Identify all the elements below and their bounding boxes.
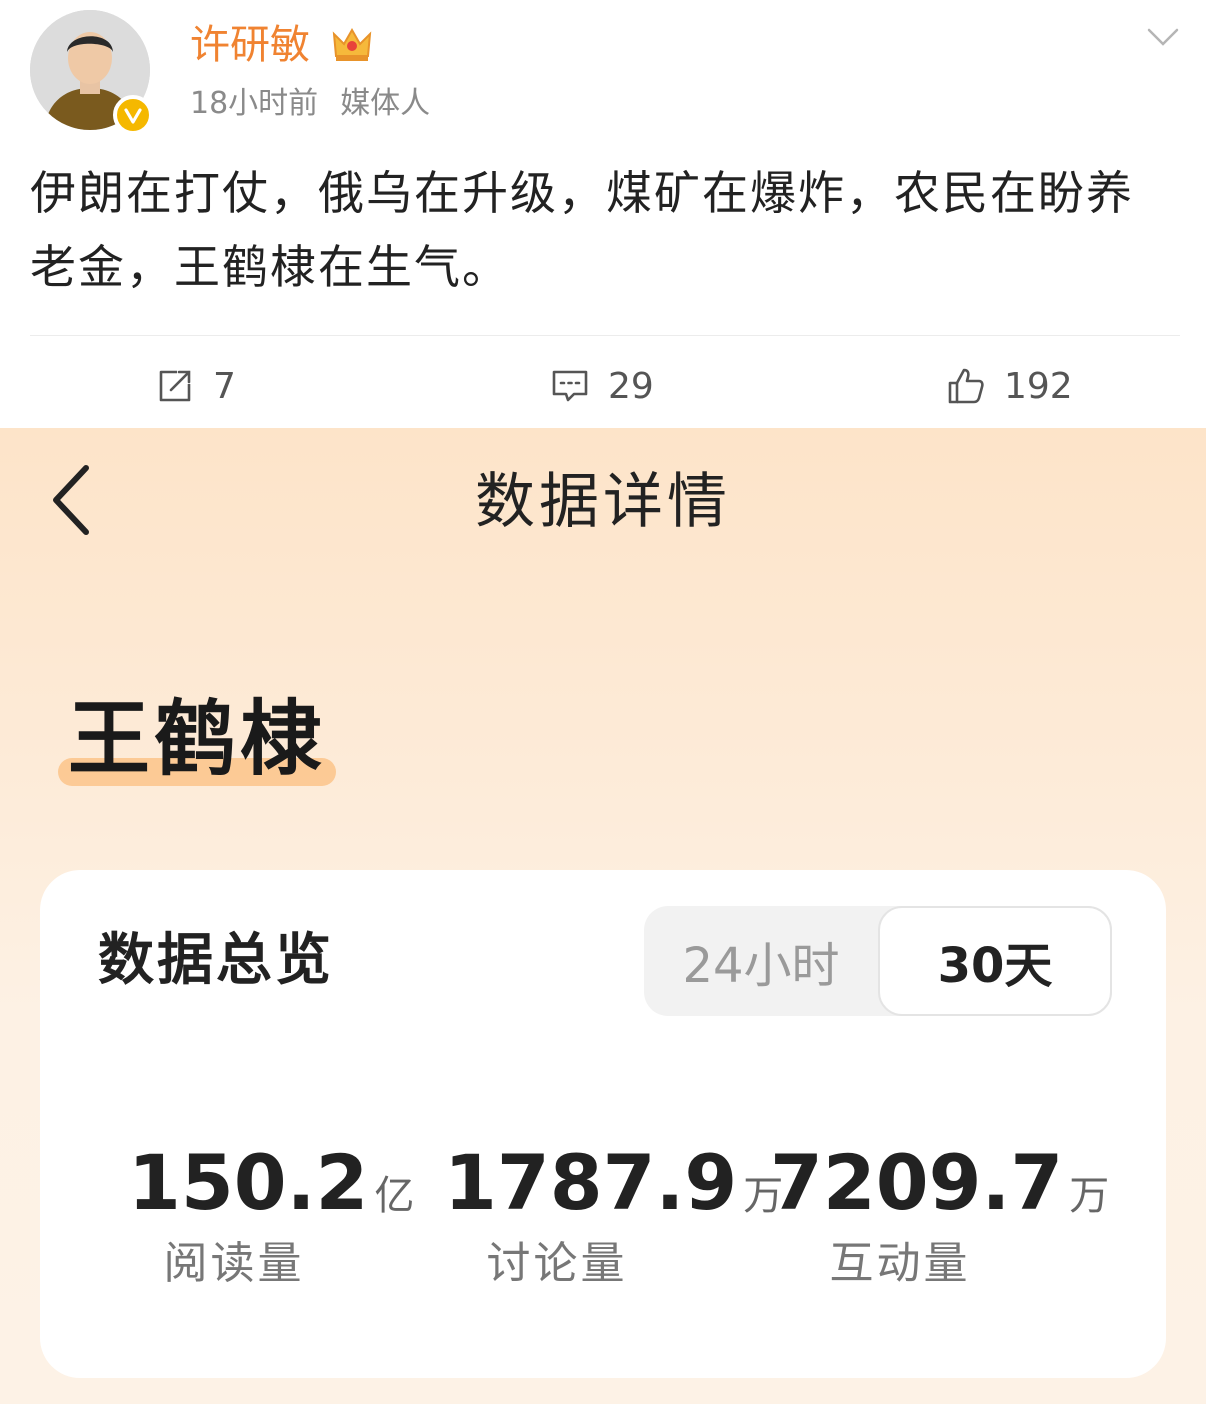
- stat-unit: 亿: [374, 1173, 415, 1219]
- stat-label: 讨论量: [486, 1238, 628, 1289]
- stat-reads: 150.2 亿 阅读量: [128, 1138, 414, 1308]
- stat-number: 1787.9: [444, 1138, 738, 1227]
- post-time: 18小时前: [190, 86, 319, 121]
- like-count: 192: [1004, 365, 1073, 407]
- comment-button[interactable]: 29: [550, 362, 654, 410]
- repost-button[interactable]: 7: [155, 362, 236, 410]
- stat-value: 1787.9 万: [444, 1138, 783, 1228]
- time-range-toggle: 24小时 30天: [644, 906, 1112, 1016]
- stat-discussions: 1787.9 万 讨论量: [444, 1138, 783, 1308]
- author-name[interactable]: 许研敏: [190, 20, 310, 70]
- repost-icon: [159, 370, 191, 402]
- comment-count: 29: [608, 365, 654, 407]
- like-button[interactable]: 192: [946, 362, 1073, 410]
- overview-title: 数据总览: [98, 928, 334, 993]
- weibo-post: 许研敏 18小时前 媒体人 伊朗在打仗，俄乌在升级，煤矿在爆炸，农民在盼养老金，王…: [0, 0, 1206, 428]
- stat-number: 7209.7: [770, 1138, 1064, 1227]
- tab-30-days[interactable]: 30天: [878, 906, 1112, 1016]
- crown-icon: [332, 27, 372, 61]
- stat-value: 150.2 亿: [128, 1138, 414, 1228]
- stat-label: 互动量: [829, 1238, 971, 1289]
- post-meta: 18小时前 媒体人: [190, 84, 430, 124]
- divider: [30, 335, 1180, 336]
- stat-number: 150.2: [128, 1138, 369, 1227]
- thumbs-up-icon: [948, 368, 984, 404]
- author-role: 媒体人: [340, 86, 431, 121]
- chevron-down-icon[interactable]: [1143, 22, 1183, 52]
- page-title: 数据详情: [475, 467, 731, 537]
- repost-count: 7: [213, 365, 236, 407]
- verified-badge-icon: [113, 95, 153, 135]
- comment-icon: [552, 370, 588, 402]
- tab-24-hours[interactable]: 24小时: [644, 906, 878, 1016]
- topic-name: 王鹤棣: [68, 692, 327, 787]
- stat-value: 7209.7 万: [770, 1138, 1109, 1228]
- post-text: 伊朗在打仗，俄乌在升级，煤矿在爆炸，农民在盼养老金，王鹤棣在生气。: [30, 166, 1134, 294]
- stat-label: 阅读量: [163, 1238, 305, 1289]
- data-overview-card: 数据总览 24小时 30天 150.2 亿 阅读量 1787.9 万 讨论量 720…: [40, 870, 1166, 1378]
- stat-interactions: 7209.7 万 互动量: [770, 1138, 1109, 1308]
- data-detail-panel: 数据详情 王鹤棣 数据总览 24小时 30天 150.2 亿 阅读量 1787.9…: [0, 428, 1206, 1404]
- stat-unit: 万: [1069, 1173, 1110, 1219]
